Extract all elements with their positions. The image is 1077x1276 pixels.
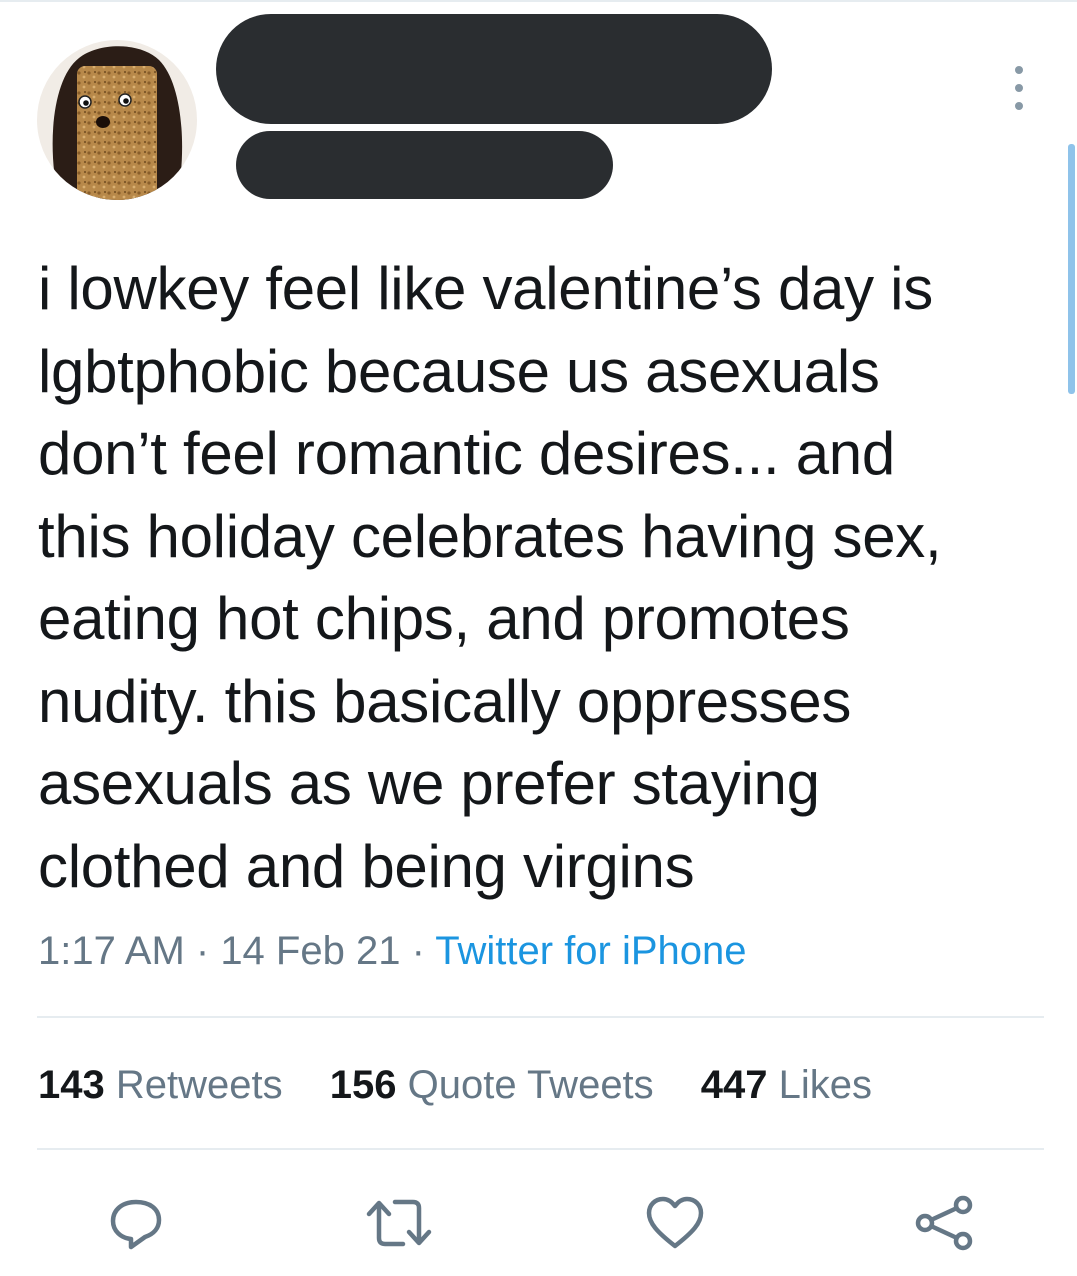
more-vertical-icon xyxy=(1015,66,1023,74)
quote-tweets-label: Quote Tweets xyxy=(396,1063,654,1107)
stats-top-divider xyxy=(37,1016,1044,1018)
meta-separator: · xyxy=(184,929,221,973)
likes-label: Likes xyxy=(767,1063,873,1107)
likes-stat[interactable]: 447 Likes xyxy=(701,1063,872,1107)
reply-icon xyxy=(110,1199,162,1250)
scrollbar[interactable] xyxy=(1068,144,1075,394)
tweet-date: 14 Feb 21 xyxy=(220,929,401,973)
redacted-display-name xyxy=(216,14,772,124)
share-button[interactable] xyxy=(908,1188,978,1258)
top-divider xyxy=(0,0,1077,2)
tweet-metadata: 1:17 AM · 14 Feb 21 · Twitter for iPhone xyxy=(38,926,747,976)
retweets-count: 143 xyxy=(38,1063,105,1107)
tweet-time: 1:17 AM xyxy=(38,929,185,973)
reply-button[interactable] xyxy=(101,1188,171,1258)
more-options-button[interactable] xyxy=(1004,66,1034,110)
quote-tweets-count: 156 xyxy=(329,1063,397,1107)
heart-icon xyxy=(646,1196,704,1249)
stats-bottom-divider xyxy=(37,1148,1044,1150)
retweet-icon xyxy=(366,1199,432,1247)
retweet-button[interactable] xyxy=(364,1188,434,1258)
meta-separator: · xyxy=(400,929,436,973)
tweet-stats: 143 Retweets 156 Quote Tweets 447 Likes xyxy=(38,1060,908,1110)
tweet-source-link[interactable]: Twitter for iPhone xyxy=(435,929,746,973)
retweets-label: Retweets xyxy=(104,1063,283,1107)
retweets-stat[interactable]: 143 Retweets xyxy=(38,1063,283,1107)
tweet-text: i lowkey feel like valentine’s day is lg… xyxy=(38,255,942,900)
likes-count: 447 xyxy=(700,1063,768,1107)
quote-tweets-stat[interactable]: 156 Quote Tweets xyxy=(330,1063,654,1107)
like-button[interactable] xyxy=(640,1188,710,1258)
share-icon xyxy=(915,1195,973,1251)
tweet-actions xyxy=(0,1188,1077,1258)
avatar-image xyxy=(37,40,197,200)
avatar[interactable] xyxy=(37,40,197,200)
redacted-username xyxy=(236,131,613,199)
